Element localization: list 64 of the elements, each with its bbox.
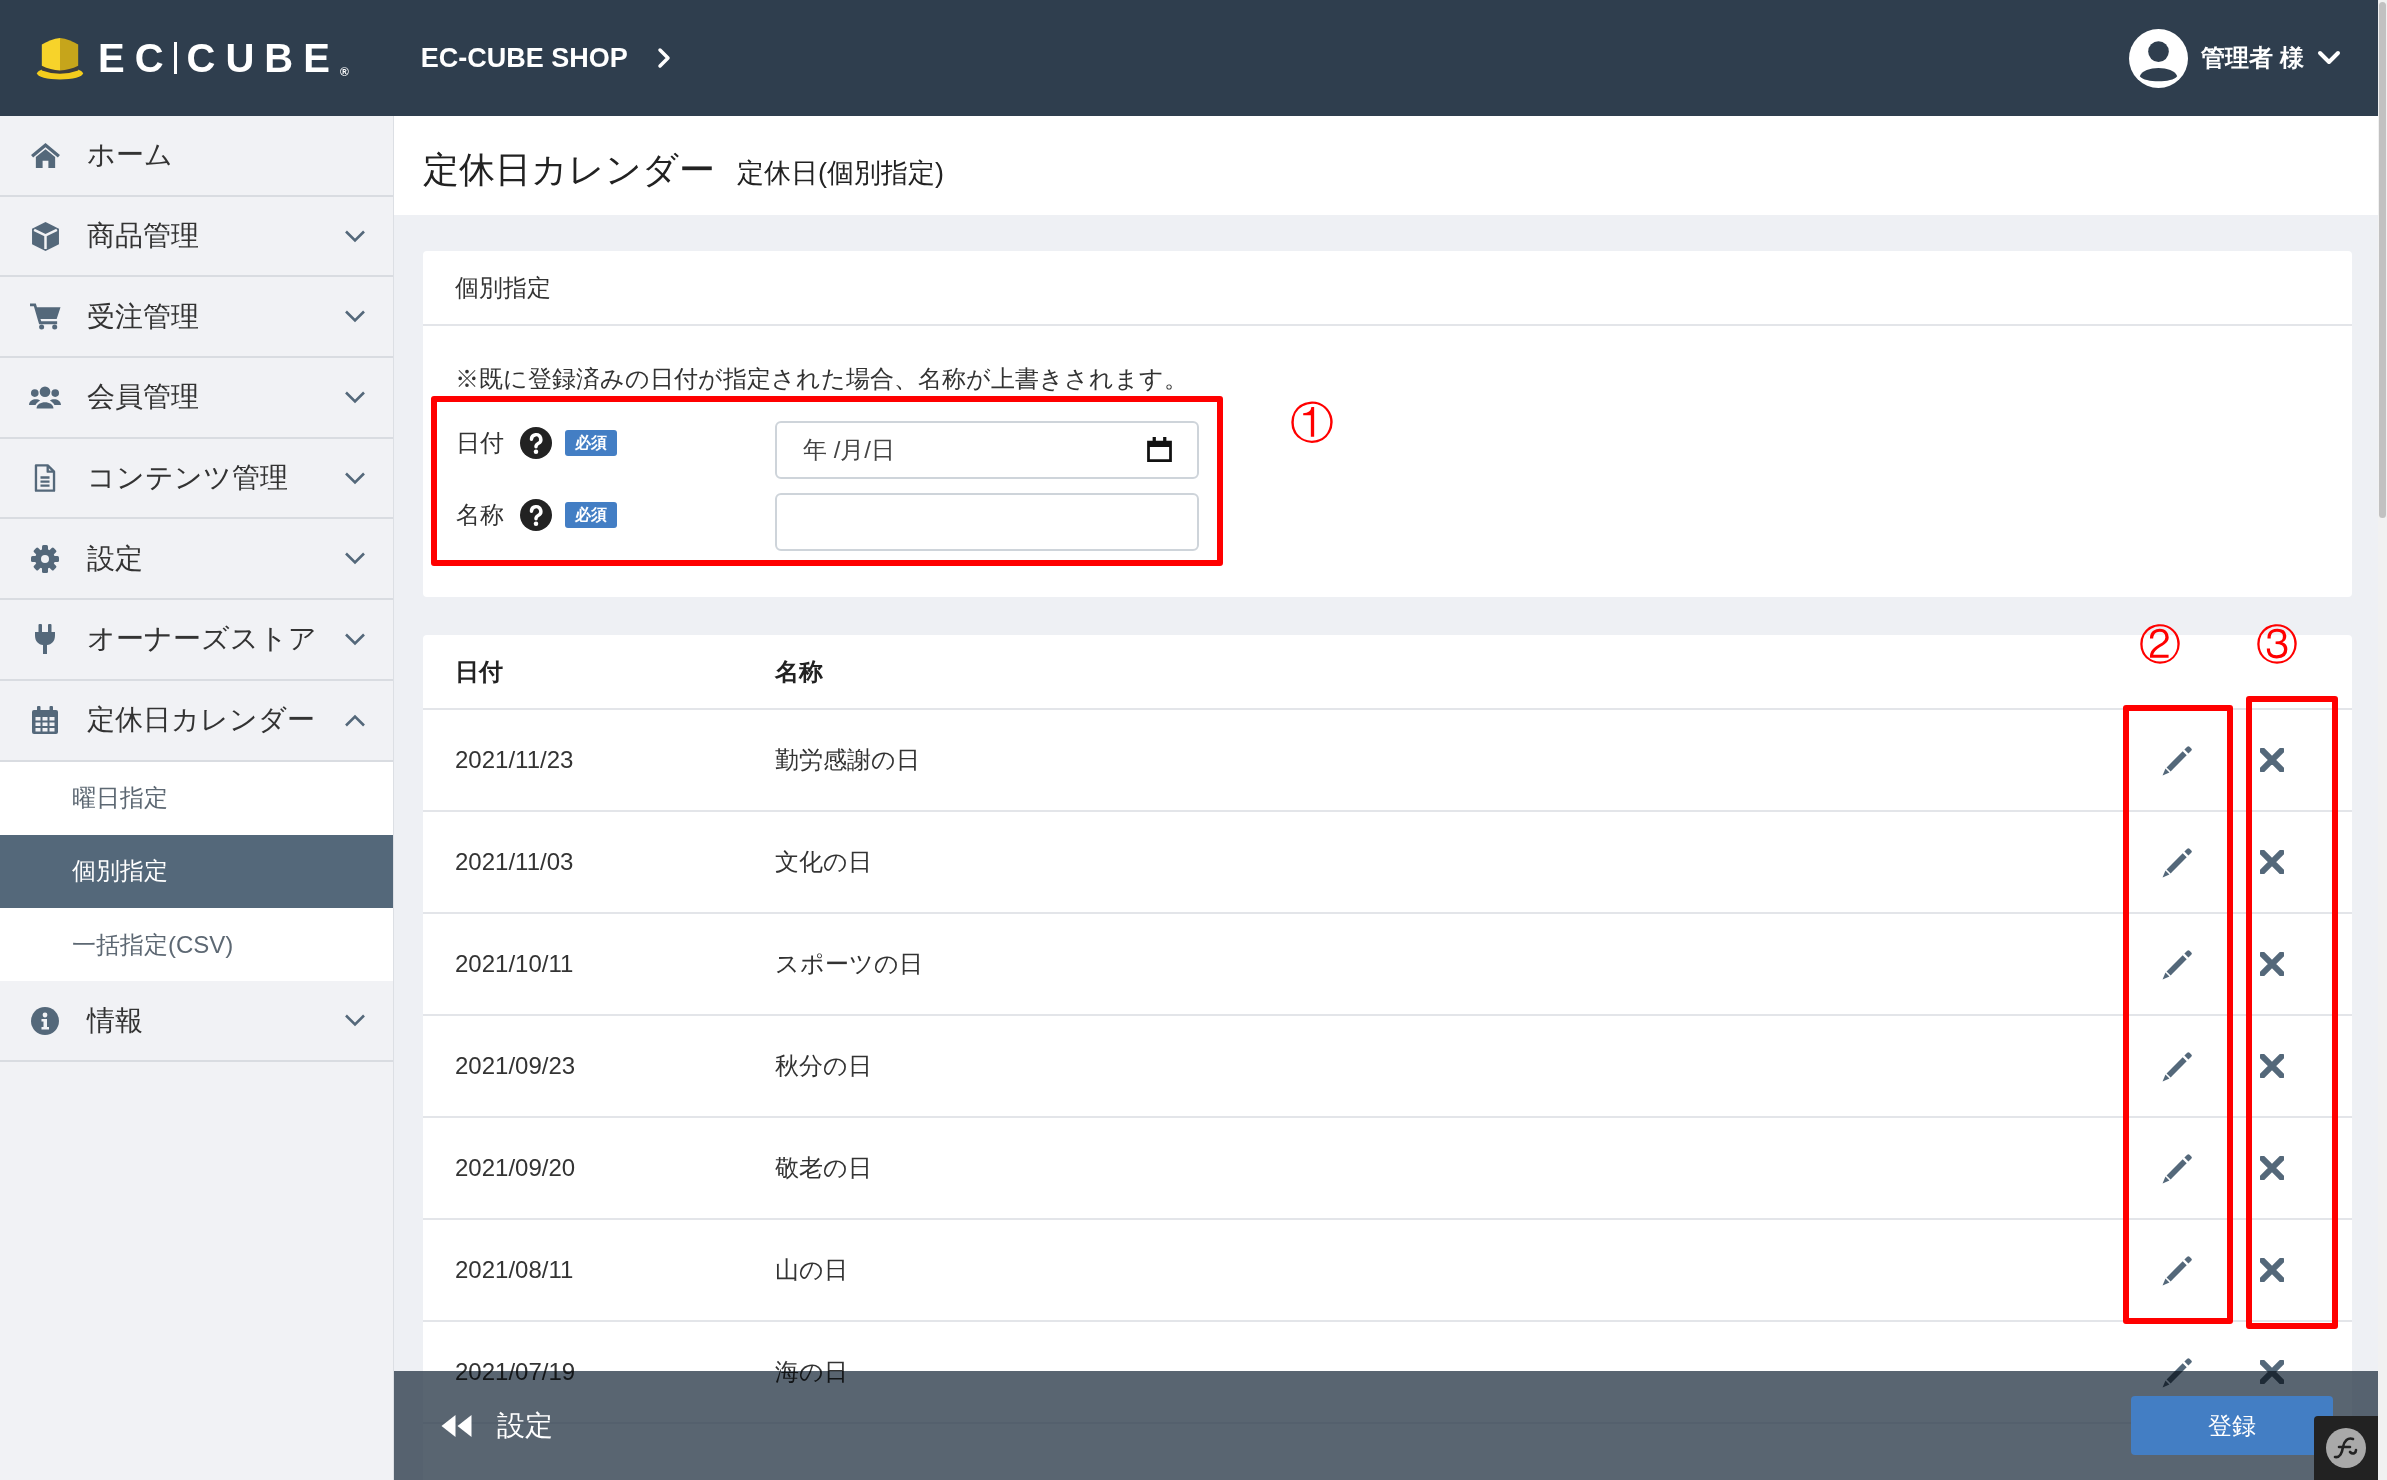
info-icon xyxy=(31,1006,59,1035)
chevron-down-icon xyxy=(2317,50,2341,66)
users-icon xyxy=(29,384,61,410)
column-header: 日付 xyxy=(455,659,503,684)
page-title: 定休日カレンダー xyxy=(423,151,715,188)
table-cell: 2021/09/20 xyxy=(455,1156,576,1180)
table-cell: 文化の日 xyxy=(775,850,872,874)
table-cell: 山の日 xyxy=(775,1258,848,1282)
logo-wordmark: EC CUBE® xyxy=(98,38,349,78)
card-title: 個別指定 xyxy=(455,275,551,300)
calendar-icon[interactable] xyxy=(1147,437,1172,462)
register-button[interactable]: 登録 xyxy=(2131,1396,2333,1455)
table-cell: 秋分の日 xyxy=(775,1054,872,1078)
page-subtitle: 定休日(個別指定) xyxy=(737,159,944,187)
date-field[interactable]: 年 /月/日 xyxy=(775,421,1199,479)
table-cell: 敬老の日 xyxy=(775,1156,872,1180)
table-cell: 2021/11/23 xyxy=(455,748,574,772)
sidebar-subitem[interactable]: 個別指定 xyxy=(0,834,393,909)
field-label: 日付 xyxy=(456,431,504,455)
sidebar-item[interactable]: 会員管理 xyxy=(0,358,393,439)
sidebar-item[interactable]: 商品管理 xyxy=(0,196,393,278)
column-header: 名称 xyxy=(775,659,823,684)
table-cell: 2021/09/23 xyxy=(455,1054,576,1078)
annotation-number: ② xyxy=(2139,624,2181,666)
sidebar-item[interactable]: ホーム xyxy=(0,116,393,197)
back-link[interactable]: 設定 xyxy=(440,1411,553,1440)
logo-icon xyxy=(2326,1428,2366,1468)
text-field[interactable] xyxy=(775,493,1199,551)
logo-icon xyxy=(36,36,84,80)
note-text: ※既に登録済みの日付が指定された場合、名称が上書きされます。 xyxy=(454,364,1189,394)
pencil-icon[interactable] xyxy=(2161,1356,2193,1388)
toolbar-toggle-button[interactable] xyxy=(2314,1416,2378,1480)
annotation-number: ③ xyxy=(2256,624,2298,666)
scrollbar-thumb[interactable] xyxy=(2379,2,2386,518)
sidebar-item[interactable]: 設定 xyxy=(0,519,393,601)
sidebar-item[interactable]: 受注管理 xyxy=(0,277,393,359)
user-avatar-icon xyxy=(2129,28,2189,88)
cube-icon xyxy=(31,221,59,251)
table-cell: スポーツの日 xyxy=(775,952,923,976)
help-icon[interactable] xyxy=(520,499,552,531)
table-cell: 勤労感謝の日 xyxy=(775,748,920,772)
field-label: 名称 xyxy=(456,503,504,527)
sidebar-subitem[interactable]: 曜日指定 xyxy=(0,761,393,835)
plug-icon xyxy=(35,624,55,655)
user-menu-button[interactable]: 管理者 様 xyxy=(2129,28,2341,88)
document-icon xyxy=(34,464,56,493)
annotation-number: ① xyxy=(1290,401,1334,445)
sidebar-item[interactable]: 情報 xyxy=(0,981,393,1063)
home-icon xyxy=(29,141,61,169)
table-cell: 2021/08/11 xyxy=(455,1258,574,1282)
cart-icon xyxy=(29,303,61,331)
shop-link[interactable]: EC-CUBE SHOP xyxy=(420,44,671,72)
sidebar-item[interactable]: オーナーズストア xyxy=(0,600,393,681)
sidebar-item[interactable]: コンテンツ管理 xyxy=(0,438,393,520)
required-badge: 必須 xyxy=(565,430,617,456)
x-icon[interactable] xyxy=(2260,1360,2284,1384)
help-icon[interactable] xyxy=(520,427,552,459)
chevron-right-icon xyxy=(656,47,671,69)
double-left-arrow-icon xyxy=(440,1413,473,1438)
sidebar-subitem[interactable]: 一括指定(CSV) xyxy=(0,908,393,982)
required-badge: 必須 xyxy=(565,502,617,528)
table-cell: 2021/10/11 xyxy=(455,952,574,976)
calendar-icon xyxy=(32,706,58,735)
table-cell: 2021/11/03 xyxy=(455,850,574,874)
